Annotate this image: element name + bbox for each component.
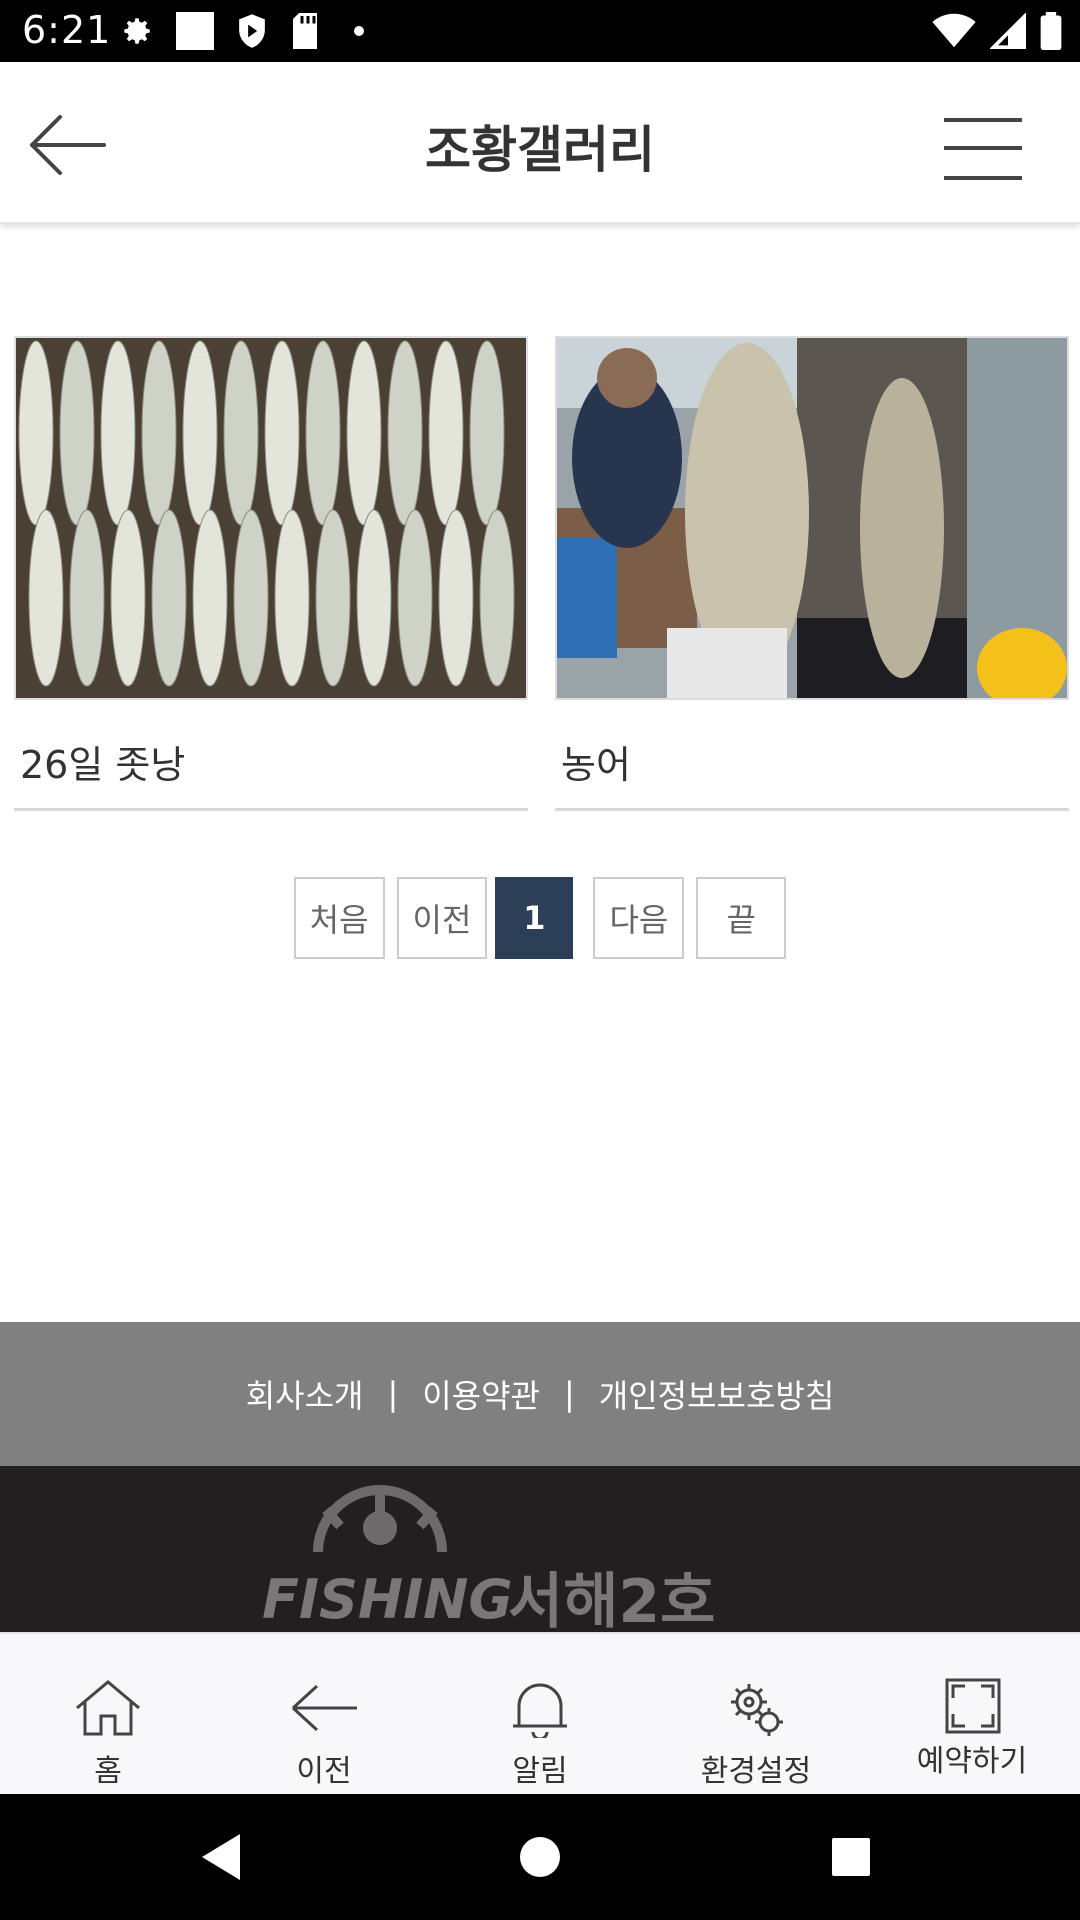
app-bar: 조황갤러리	[0, 62, 1080, 224]
fish-catch-photo[interactable]	[14, 336, 528, 700]
first-page-button[interactable]: 처음	[293, 877, 385, 959]
company-info-link[interactable]: 회사소개	[246, 1371, 364, 1417]
divider	[14, 808, 528, 811]
status-bar: 6:21	[0, 0, 1080, 62]
prev-page-button[interactable]: 이전	[396, 877, 488, 959]
dot-icon	[354, 26, 364, 36]
signal-icon	[990, 13, 1026, 49]
nav-reservation[interactable]: 예약하기	[864, 1634, 1080, 1794]
logo-text-en: FISHING	[262, 1568, 513, 1631]
status-icons-left	[120, 12, 364, 50]
menu-button[interactable]	[942, 116, 1024, 186]
gear-icon	[124, 18, 150, 44]
nav-label: 환경설정	[700, 1754, 812, 1789]
hamburger-menu-icon	[944, 118, 1022, 180]
terms-link[interactable]: 이용약관	[422, 1371, 540, 1417]
nav-notifications[interactable]: 알림	[432, 1634, 648, 1794]
wifi-icon	[932, 13, 976, 48]
bell-icon	[513, 1683, 567, 1738]
arrow-left-icon	[291, 1684, 357, 1732]
battery-icon	[1040, 12, 1062, 50]
logo-text-ko: 서해2호	[508, 1567, 715, 1632]
shield-icon	[239, 14, 265, 48]
home-icon	[76, 1680, 140, 1736]
gallery-item[interactable]: 농어	[555, 336, 1069, 811]
status-icons-right	[932, 12, 1062, 50]
gallery-item[interactable]: 26일 좃낭	[14, 336, 528, 811]
footer-logo: FISHING 서해2호	[0, 1466, 1080, 1632]
system-home-icon[interactable]	[520, 1837, 560, 1877]
sd-card-icon	[293, 13, 317, 49]
white-square-icon	[176, 12, 214, 50]
page-title: 조황갤러리	[425, 121, 655, 179]
footer-links: 회사소개 | 이용약관 | 개인정보보호방침	[0, 1322, 1080, 1466]
system-recents-icon[interactable]	[832, 1838, 870, 1876]
gears-icon	[731, 1684, 783, 1736]
pagination: 처음 이전 1 다음 끝	[0, 877, 1080, 959]
fullscreen-icon	[945, 1678, 1001, 1734]
divider	[555, 808, 1069, 811]
privacy-policy-link[interactable]: 개인정보보호방침	[599, 1371, 835, 1417]
nav-label: 이전	[296, 1754, 352, 1789]
nav-label: 홈	[94, 1754, 122, 1789]
ship-wheel-icon	[313, 1485, 447, 1553]
nav-settings[interactable]: 환경설정	[648, 1634, 864, 1794]
screen: 6:21 조황갤러리 26일 좃낭 농어 처음 이전 1 다음 끝 회사소개 |…	[0, 0, 1080, 1920]
nav-label: 알림	[512, 1754, 568, 1789]
gallery-caption[interactable]: 26일 좃낭	[14, 734, 528, 808]
nav-back[interactable]: 이전	[216, 1634, 432, 1794]
separator: |	[387, 1375, 399, 1413]
system-navigation-bar	[0, 1794, 1080, 1920]
current-page-button[interactable]: 1	[495, 877, 574, 959]
separator: |	[564, 1375, 575, 1413]
nav-home[interactable]: 홈	[0, 1634, 216, 1794]
system-back-icon[interactable]	[202, 1834, 240, 1880]
bottom-navigation: 홈 이전 알림 환경설정 예약하기	[0, 1632, 1080, 1794]
status-time: 6:21	[22, 8, 112, 52]
sea-bass-photo[interactable]	[555, 336, 1069, 700]
next-page-button[interactable]: 다음	[593, 877, 685, 959]
nav-label: 예약하기	[916, 1744, 1028, 1779]
gallery-caption[interactable]: 농어	[555, 734, 1069, 808]
last-page-button[interactable]: 끝	[696, 877, 787, 959]
